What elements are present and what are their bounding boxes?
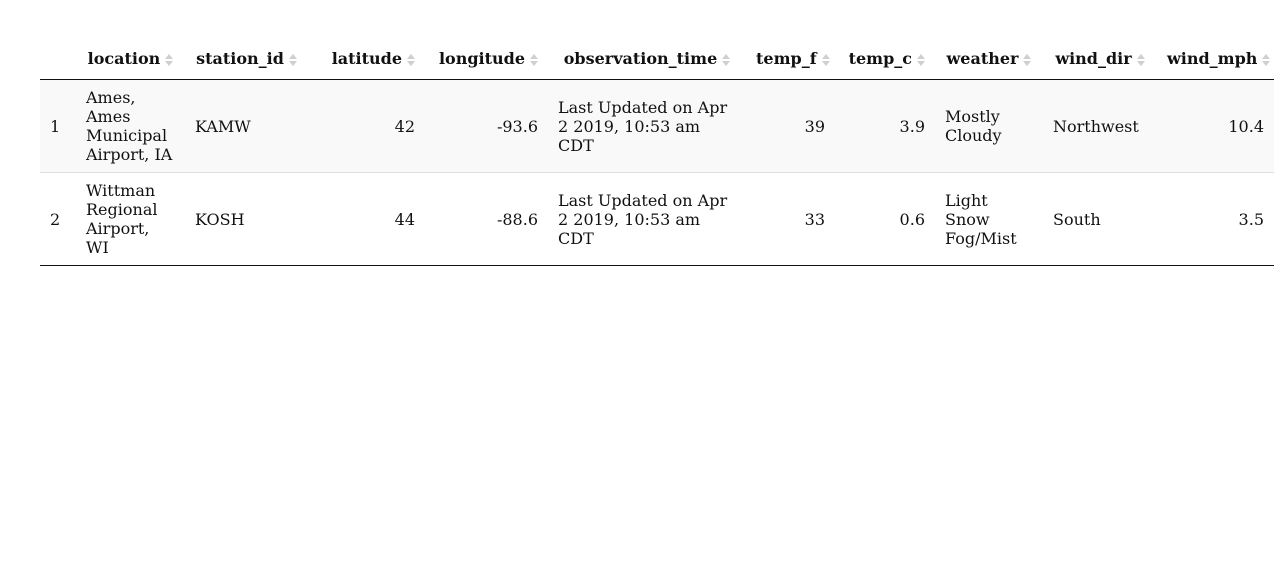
cell-weather: Mostly Cloudy	[945, 107, 1002, 145]
data-table-container: location station_id latitude longitude o…	[40, 40, 1274, 266]
header-label: weather	[946, 49, 1019, 68]
header-label: wind_dir	[1055, 49, 1132, 68]
cell-temp-f: 33	[746, 172, 835, 266]
table-header-row: location station_id latitude longitude o…	[40, 40, 1274, 80]
cell-location: Wittman Regional Airport, WI	[76, 172, 185, 266]
header-label: location	[87, 49, 161, 68]
header-temp-f[interactable]: temp_f	[746, 40, 835, 80]
sort-icon[interactable]	[1023, 53, 1032, 67]
row-index: 2	[40, 172, 76, 266]
cell-wind-dir: South	[1043, 172, 1157, 266]
cell-latitude: 42	[394, 116, 415, 136]
sort-icon[interactable]	[917, 53, 925, 67]
cell-weather: Light Snow Fog/Mist	[935, 172, 1043, 266]
sort-icon[interactable]	[1136, 53, 1145, 67]
header-longitude[interactable]: longitude	[425, 40, 548, 80]
cell-observation-time: Last Updated on Apr 2 2019, 10:53 am CDT	[548, 172, 746, 266]
cell-wind-mph: 3.5	[1157, 172, 1274, 266]
header-weather[interactable]: weather	[935, 40, 1043, 80]
header-observation-time[interactable]: observation_time	[548, 40, 746, 80]
header-wind-dir[interactable]: wind_dir	[1043, 40, 1157, 80]
header-label: station_id	[196, 49, 284, 68]
sort-icon[interactable]	[821, 53, 830, 67]
cell-longitude: -93.6	[496, 116, 538, 136]
cell-temp-f: 39	[804, 116, 825, 136]
cell-longitude: -88.6	[425, 172, 548, 266]
sort-icon[interactable]	[530, 53, 538, 67]
cell-latitude: 44	[308, 172, 425, 266]
header-station-id[interactable]: station_id	[185, 40, 308, 80]
row-index: 1	[50, 116, 61, 136]
header-wind-mph[interactable]: wind_mph	[1157, 40, 1274, 80]
cell-temp-c: 0.6	[835, 172, 935, 266]
table-row[interactable]: 2 Wittman Regional Airport, WI KOSH 44 -…	[40, 172, 1274, 266]
header-index	[40, 40, 76, 80]
sort-icon[interactable]	[722, 53, 731, 67]
sort-icon[interactable]	[165, 53, 174, 67]
header-latitude[interactable]: latitude	[308, 40, 425, 80]
header-label: latitude	[331, 49, 402, 68]
sort-icon[interactable]	[407, 53, 415, 67]
header-label: wind_mph	[1167, 49, 1258, 68]
cell-station-id: KAMW	[195, 116, 251, 136]
header-label: temp_c	[848, 49, 912, 68]
header-temp-c[interactable]: temp_c	[835, 40, 935, 80]
header-label: temp_f	[756, 49, 817, 68]
cell-wind-mph: 10.4	[1228, 116, 1264, 136]
sort-icon[interactable]	[1262, 53, 1271, 67]
header-label: observation_time	[563, 49, 718, 68]
header-label: longitude	[438, 49, 525, 68]
weather-table: location station_id latitude longitude o…	[40, 40, 1274, 266]
table-row[interactable]: 1 Ames, Ames Municipal Airport, IA KAMW …	[40, 79, 1274, 173]
cell-observation-time: Last Updated on Apr 2 2019, 10:53 am CDT	[558, 97, 728, 155]
cell-location: Ames, Ames Municipal Airport, IA	[86, 88, 173, 164]
cell-wind-dir: Northwest	[1053, 116, 1139, 136]
sort-icon[interactable]	[288, 53, 297, 67]
cell-station-id: KOSH	[185, 172, 308, 266]
header-location[interactable]: location	[76, 40, 185, 80]
cell-temp-c: 3.9	[899, 116, 925, 136]
